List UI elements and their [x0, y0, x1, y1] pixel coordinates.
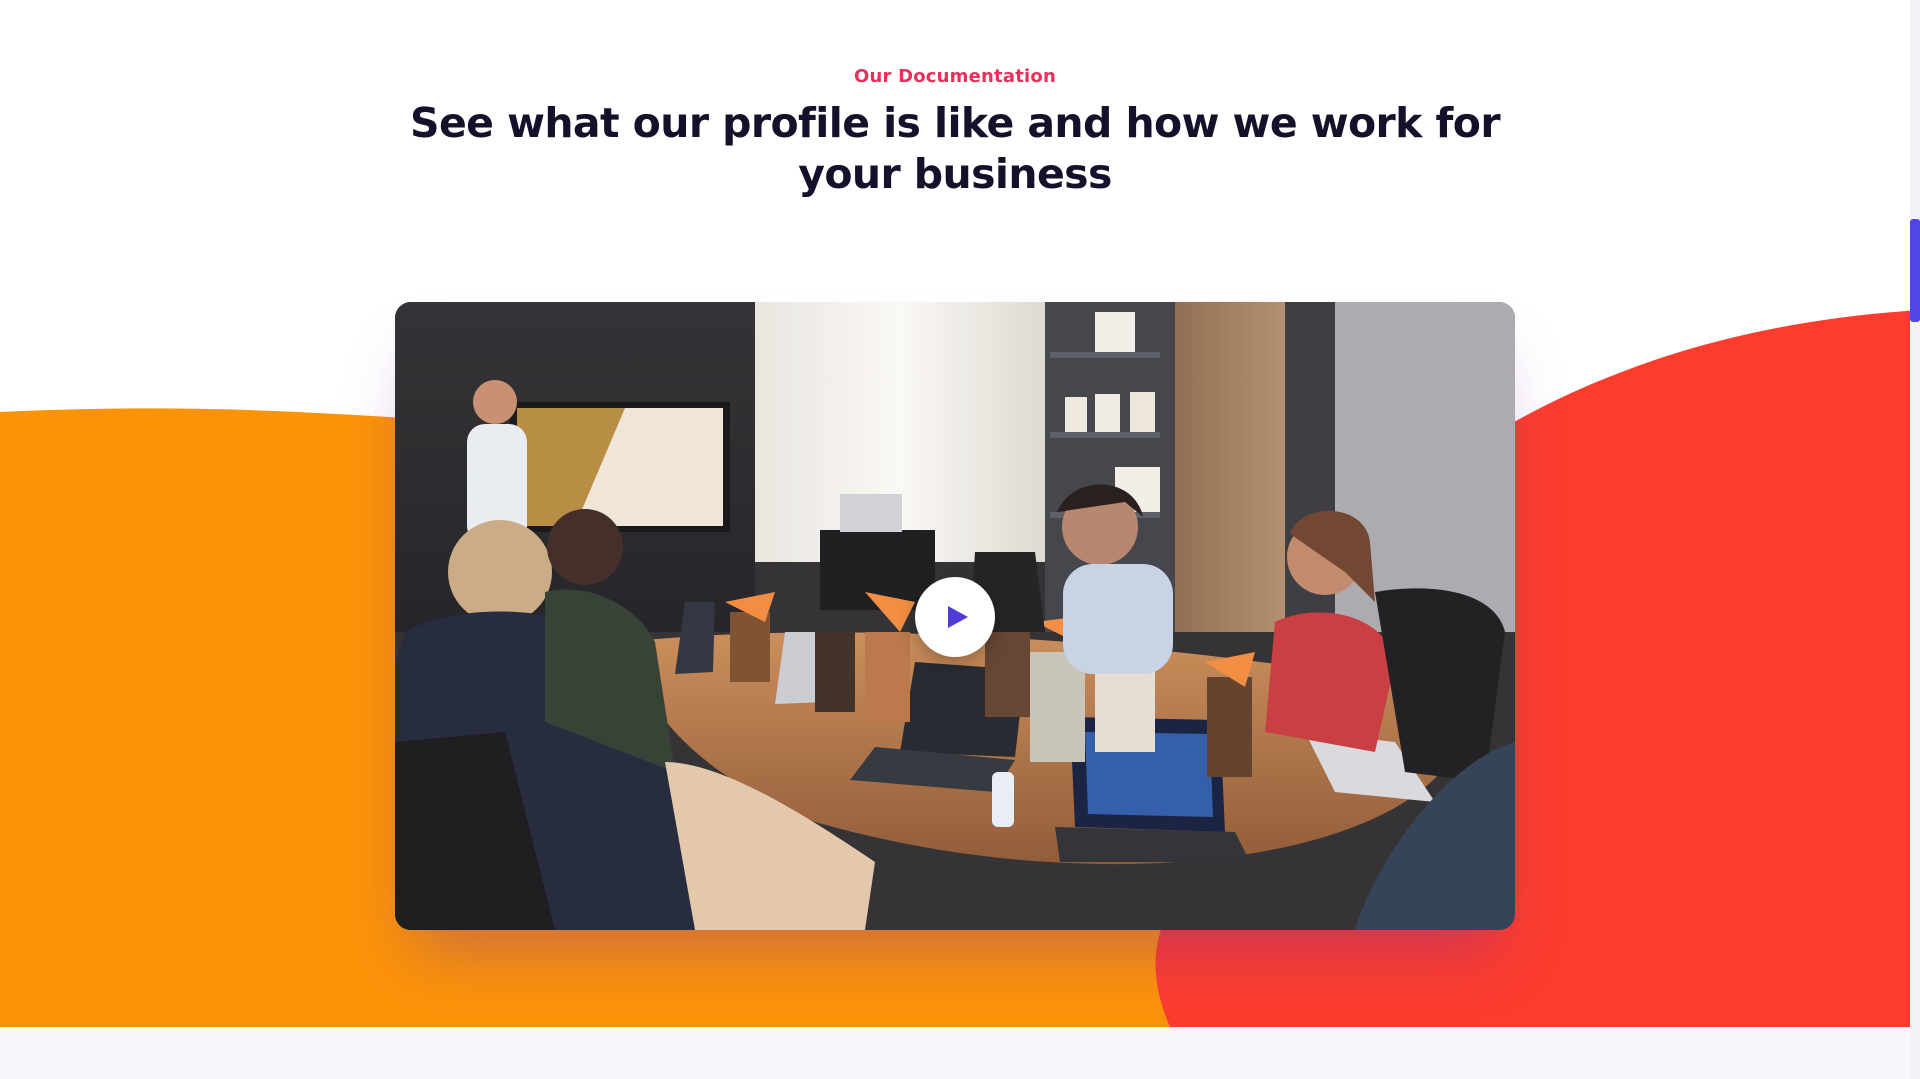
- page: Our Documentation See what our profile i…: [0, 0, 1920, 1079]
- section-eyebrow: Our Documentation: [854, 66, 1056, 87]
- footer-strip: [0, 1027, 1920, 1079]
- scrollbar-thumb[interactable]: [1910, 219, 1920, 322]
- section-headline: See what our profile is like and how we …: [410, 99, 1501, 198]
- play-button[interactable]: [915, 577, 995, 657]
- play-icon: [948, 606, 968, 628]
- video-thumbnail[interactable]: [395, 302, 1515, 930]
- scrollbar[interactable]: [1910, 0, 1920, 1079]
